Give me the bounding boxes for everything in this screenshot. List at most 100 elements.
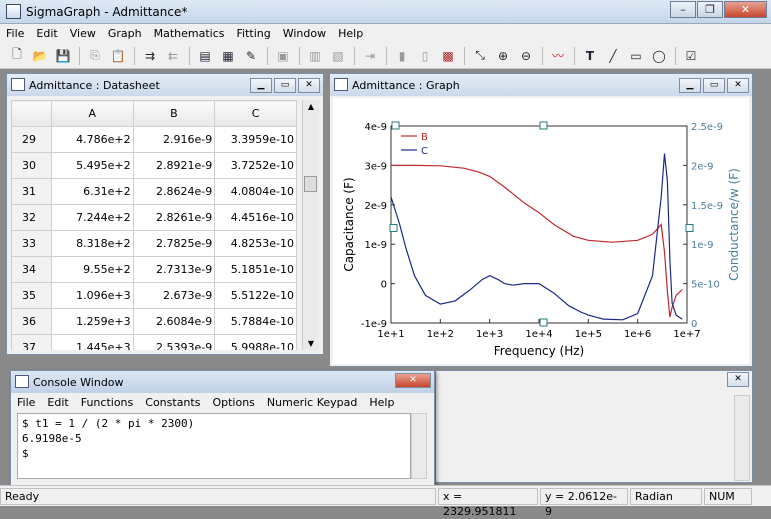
- open-folder-icon[interactable]: 📂: [29, 45, 51, 67]
- datasheet-minimize-button[interactable]: ▁: [250, 78, 272, 93]
- datasheet-grid[interactable]: A B C 29 4.786e+2 2.916e-9 3.3959e-10 30 5.4…: [11, 100, 297, 350]
- graph-maximize-button[interactable]: ▭: [703, 78, 725, 93]
- cell[interactable]: 2.8261e-9: [132, 204, 216, 231]
- row-header[interactable]: 36: [11, 308, 52, 335]
- insert-column-icon[interactable]: ⇥: [359, 45, 381, 67]
- console-menu-numeric-keypad[interactable]: Numeric Keypad: [261, 396, 363, 409]
- console-menu-options[interactable]: Options: [206, 396, 260, 409]
- console-menu-help[interactable]: Help: [363, 396, 400, 409]
- scroll-down-icon[interactable]: ▼: [303, 339, 319, 348]
- cell[interactable]: 5.495e+2: [50, 152, 134, 179]
- cell[interactable]: 1.096e+3: [50, 282, 134, 309]
- minimize-button[interactable]: –: [670, 1, 696, 18]
- cell[interactable]: 2.7825e-9: [132, 230, 216, 257]
- cell[interactable]: 8.318e+2: [50, 230, 134, 257]
- row-header[interactable]: 31: [11, 178, 52, 205]
- console-menu-constants[interactable]: Constants: [139, 396, 206, 409]
- cell[interactable]: 5.1851e-10: [214, 256, 297, 283]
- background-window-close-button[interactable]: ✕: [727, 372, 749, 387]
- column-icon[interactable]: ▧: [327, 45, 349, 67]
- row-header[interactable]: 35: [11, 282, 52, 309]
- menu-help[interactable]: Help: [332, 27, 369, 40]
- datasheet-icon[interactable]: ▥: [304, 45, 326, 67]
- row-header[interactable]: 37: [11, 334, 52, 350]
- menu-fitting[interactable]: Fitting: [230, 27, 276, 40]
- chart-svg[interactable]: 1e+1 1e+2 1e+3 1e+4 1e+5 1e+6 1e+7 -1e-9 0 1e-9 2e…: [333, 98, 749, 364]
- rectangle-tool-icon[interactable]: ▭: [625, 45, 647, 67]
- formula-icon[interactable]: ▣: [272, 45, 294, 67]
- line-tool-icon[interactable]: ╱: [602, 45, 624, 67]
- console-input-area[interactable]: $ t1 = 1 / (2 * pi * 2300) 6.9198e-5 $: [17, 413, 411, 479]
- delete-row-icon[interactable]: ▯: [414, 45, 436, 67]
- graph-canvas[interactable]: 1e+1 1e+2 1e+3 1e+4 1e+5 1e+6 1e+7 -1e-9 0 1e-9 2e…: [333, 98, 749, 364]
- menu-file[interactable]: File: [0, 27, 30, 40]
- console-menu-edit[interactable]: Edit: [41, 396, 74, 409]
- cell[interactable]: 4.786e+2: [50, 126, 134, 153]
- zoom-in-icon[interactable]: ⊕: [492, 45, 514, 67]
- cell[interactable]: 5.5122e-10: [214, 282, 297, 309]
- new-file-icon[interactable]: 🗋: [6, 45, 28, 67]
- cell[interactable]: 1.259e+3: [50, 308, 134, 335]
- console-menu-functions[interactable]: Functions: [75, 396, 140, 409]
- row-header[interactable]: 30: [11, 152, 52, 179]
- cell[interactable]: 2.8624e-9: [132, 178, 216, 205]
- row-header[interactable]: 32: [11, 204, 52, 231]
- menu-mathematics[interactable]: Mathematics: [148, 27, 231, 40]
- console-icon[interactable]: ▤: [194, 45, 216, 67]
- column-header-a[interactable]: A: [50, 100, 134, 127]
- column-header-b[interactable]: B: [132, 100, 216, 127]
- menu-edit[interactable]: Edit: [30, 27, 63, 40]
- cell[interactable]: 9.55e+2: [50, 256, 134, 283]
- cell[interactable]: 2.8921e-9: [132, 152, 216, 179]
- background-window-scrollbar[interactable]: [734, 395, 750, 481]
- close-button[interactable]: ✕: [724, 1, 767, 18]
- menu-view[interactable]: View: [64, 27, 102, 40]
- cell[interactable]: 3.7252e-10: [214, 152, 297, 179]
- row-header[interactable]: 34: [11, 256, 52, 283]
- import-icon[interactable]: ⇉: [139, 45, 161, 67]
- cell[interactable]: 6.31e+2: [50, 178, 134, 205]
- export-icon[interactable]: ⇇: [162, 45, 184, 67]
- zoom-out-icon[interactable]: ⊖: [515, 45, 537, 67]
- cell[interactable]: 4.8253e-10: [214, 230, 297, 257]
- row-header[interactable]: 33: [11, 230, 52, 257]
- calculator-icon[interactable]: ▩: [437, 45, 459, 67]
- paste-icon[interactable]: 📋: [107, 45, 129, 67]
- axes-icon[interactable]: ⤡: [469, 45, 491, 67]
- cell[interactable]: 4.0804e-10: [214, 178, 297, 205]
- cell[interactable]: 4.4516e-10: [214, 204, 297, 231]
- graph-minimize-button[interactable]: ▁: [679, 78, 701, 93]
- graph-close-button[interactable]: ✕: [727, 78, 749, 93]
- datasheet-vertical-scrollbar[interactable]: ▲ ▼: [302, 100, 319, 350]
- row-header[interactable]: 29: [11, 126, 52, 153]
- edit-icon[interactable]: ✎: [240, 45, 262, 67]
- scroll-up-icon[interactable]: ▲: [303, 102, 319, 111]
- cell[interactable]: 2.916e-9: [132, 126, 216, 153]
- datasheet-maximize-button[interactable]: ▭: [274, 78, 296, 93]
- console-close-button[interactable]: ✕: [395, 373, 431, 388]
- save-icon[interactable]: 💾: [52, 45, 74, 67]
- menu-graph[interactable]: Graph: [102, 27, 148, 40]
- ellipse-tool-icon[interactable]: ◯: [648, 45, 670, 67]
- cell[interactable]: 7.244e+2: [50, 204, 134, 231]
- text-tool-icon[interactable]: T: [579, 45, 601, 67]
- cell[interactable]: 2.7313e-9: [132, 256, 216, 283]
- console-scrollbar[interactable]: [411, 413, 427, 479]
- properties-icon[interactable]: ☑: [680, 45, 702, 67]
- console-menu-file[interactable]: File: [11, 396, 41, 409]
- cell[interactable]: 1.445e+3: [50, 334, 134, 350]
- cell[interactable]: 2.6084e-9: [132, 308, 216, 335]
- menu-window[interactable]: Window: [277, 27, 332, 40]
- cell[interactable]: 2.673e-9: [132, 282, 216, 309]
- datasheet-close-button[interactable]: ✕: [298, 78, 320, 93]
- delete-column-icon[interactable]: ▮: [391, 45, 413, 67]
- cell[interactable]: 5.7884e-10: [214, 308, 297, 335]
- cell[interactable]: 5.9988e-10: [214, 334, 297, 350]
- cell[interactable]: 3.3959e-10: [214, 126, 297, 153]
- cell[interactable]: 2.5393e-9: [132, 334, 216, 350]
- column-header-c[interactable]: C: [214, 100, 297, 127]
- scroll-thumb[interactable]: [304, 176, 317, 192]
- restore-button[interactable]: ❐: [697, 1, 723, 18]
- curve-icon[interactable]: 〰: [547, 45, 569, 67]
- copy-icon[interactable]: ⎘: [84, 45, 106, 67]
